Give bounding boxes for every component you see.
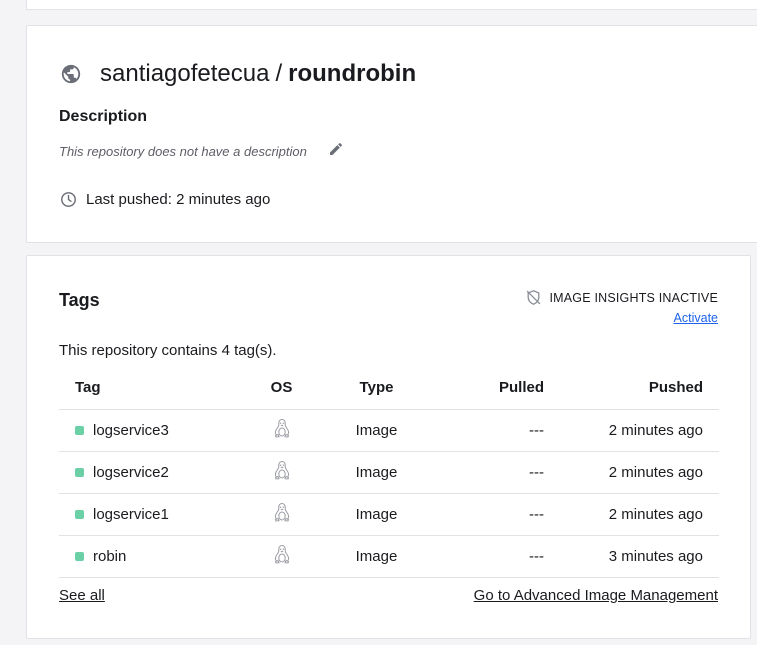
tag-type: Image xyxy=(319,535,434,578)
see-all-link[interactable]: See all xyxy=(59,587,105,604)
tag-type: Image xyxy=(319,409,434,452)
tag-pulled: --- xyxy=(434,409,544,452)
previous-card-edge xyxy=(26,0,757,10)
tag-name-link[interactable]: robin xyxy=(93,548,126,565)
table-row: robin Image --- 3 minutes ago xyxy=(59,535,719,578)
edit-pencil-icon[interactable] xyxy=(328,141,344,157)
column-header-pushed[interactable]: Pushed xyxy=(544,367,719,410)
advanced-image-management-link[interactable]: Go to Advanced Image Management xyxy=(474,587,718,604)
globe-icon xyxy=(60,63,82,85)
image-insights: IMAGE INSIGHTS INACTIVE Activate xyxy=(525,289,718,327)
tag-status-dot xyxy=(75,509,84,519)
repository-title: santiagofetecua / roundrobin xyxy=(60,60,416,88)
tags-heading: Tags xyxy=(59,290,100,310)
tag-pushed: 2 minutes ago xyxy=(544,493,719,536)
table-row: logservice3 Image --- 2 minutes ago xyxy=(59,409,719,452)
tag-name-link[interactable]: logservice3 xyxy=(93,422,169,439)
linux-icon xyxy=(273,460,291,480)
repository-name: roundrobin xyxy=(288,60,417,87)
tag-pushed: 2 minutes ago xyxy=(544,451,719,494)
column-header-pulled[interactable]: Pulled xyxy=(434,367,544,410)
tags-table: Tag OS Type Pulled Pushed logservice3 Im… xyxy=(59,367,719,578)
insights-status: IMAGE INSIGHTS INACTIVE xyxy=(549,290,718,305)
tag-status-dot xyxy=(75,551,84,561)
activate-link[interactable]: Activate xyxy=(674,311,718,325)
linux-icon xyxy=(273,502,291,522)
tag-name-link[interactable]: logservice2 xyxy=(93,464,169,481)
tag-pulled: --- xyxy=(434,493,544,536)
tag-pulled: --- xyxy=(434,535,544,578)
last-pushed-info: Last pushed: 2 minutes ago xyxy=(60,191,270,208)
column-header-type: Type xyxy=(319,367,434,410)
description-heading: Description xyxy=(59,108,148,125)
tag-status-dot xyxy=(75,425,84,435)
table-row: logservice1 Image --- 2 minutes ago xyxy=(59,493,719,536)
tag-name-link[interactable]: logservice1 xyxy=(93,506,169,523)
tag-type: Image xyxy=(319,451,434,494)
last-pushed-text: Last pushed: 2 minutes ago xyxy=(86,191,271,208)
column-header-tag[interactable]: Tag xyxy=(59,367,244,410)
table-row: logservice2 Image --- 2 minutes ago xyxy=(59,451,719,494)
column-header-os: OS xyxy=(244,367,319,410)
tag-type: Image xyxy=(319,493,434,536)
tag-pushed: 2 minutes ago xyxy=(544,409,719,452)
repository-card: santiagofetecua / roundrobin Description… xyxy=(26,25,757,243)
tag-pulled: --- xyxy=(434,451,544,494)
table-header-row: Tag OS Type Pulled Pushed xyxy=(59,367,719,410)
tag-pushed: 3 minutes ago xyxy=(544,535,719,578)
shield-off-icon xyxy=(525,289,542,306)
repository-namespace[interactable]: santiagofetecua xyxy=(100,60,269,88)
linux-icon xyxy=(273,544,291,564)
tag-status-dot xyxy=(75,467,84,477)
linux-icon xyxy=(273,418,291,438)
namespace-separator: / xyxy=(275,60,283,87)
tag-count-text: This repository contains 4 tag(s). xyxy=(59,342,277,359)
clock-icon xyxy=(60,191,77,208)
description-text: This repository does not have a descript… xyxy=(59,144,307,159)
tags-card: Tags IMAGE INSIGHTS INACTIVE Activate Th… xyxy=(26,255,751,639)
